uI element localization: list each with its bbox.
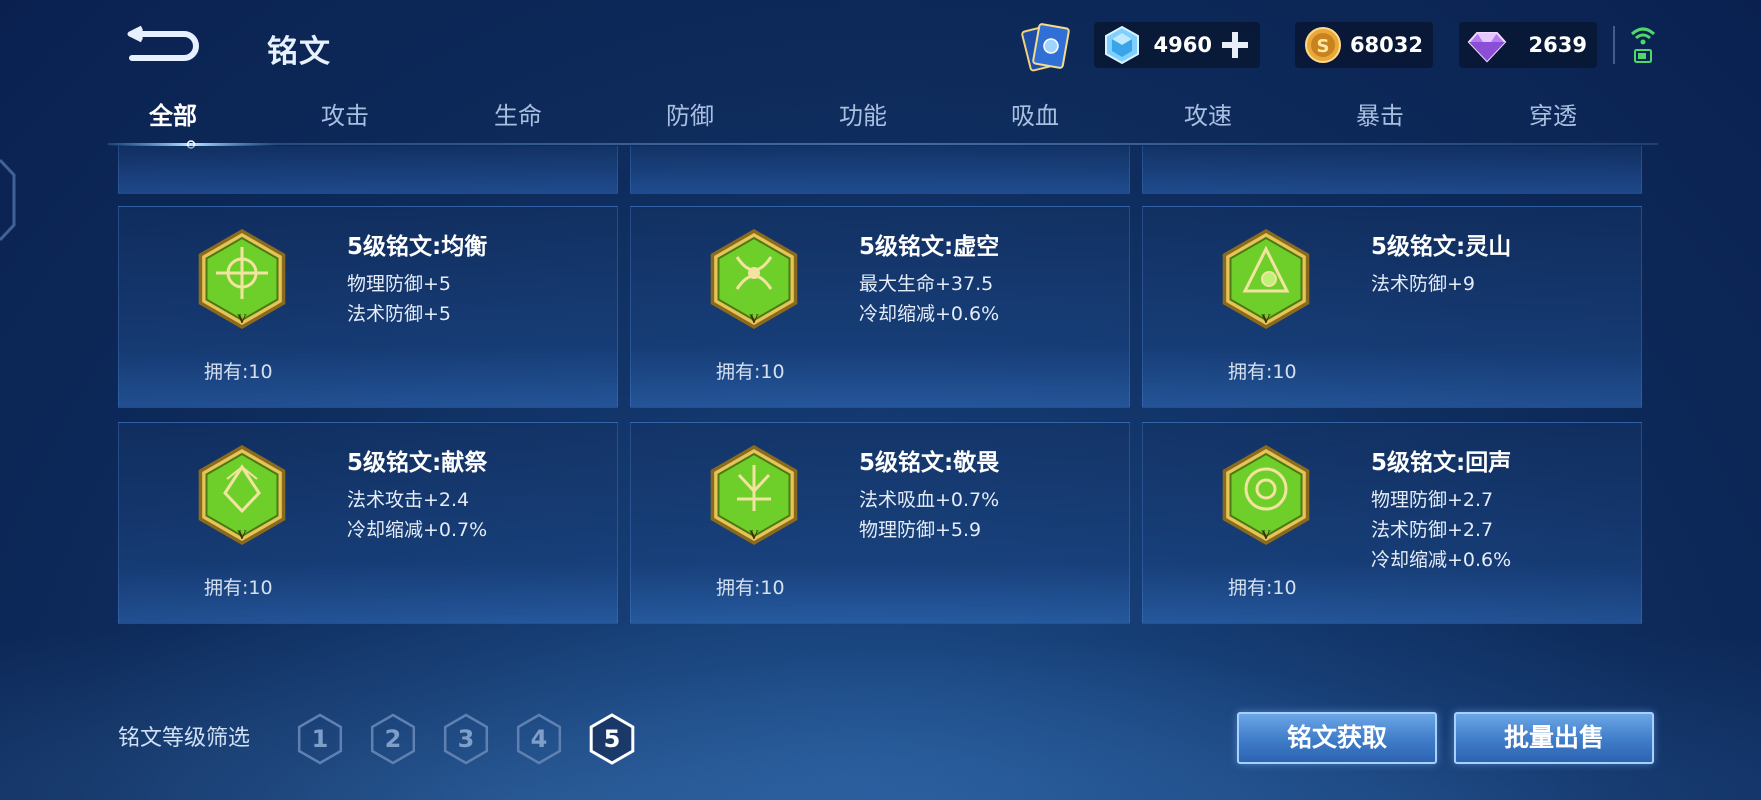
inscription-stat: 物理防御+2.7	[1371, 489, 1494, 511]
tab-attack-speed[interactable]: 攻速	[1143, 96, 1273, 136]
inscription-stat: 法术防御+2.7	[1371, 519, 1494, 541]
inscription-name: 5级铭文:献祭	[347, 450, 488, 476]
level-filter-5[interactable]: 5	[588, 712, 636, 766]
inscription-card[interactable]: V 5级铭文:敬畏 法术吸血+0.7% 物理防御+5.9 拥有:10	[630, 422, 1130, 624]
inscription-stat: 冷却缩减+0.6%	[1371, 549, 1512, 571]
svg-text:V: V	[1261, 311, 1271, 326]
bulk-sell-button[interactable]: 批量出售	[1454, 712, 1654, 764]
tab-lifesteal[interactable]: 吸血	[970, 96, 1100, 136]
owned-count: 拥有:10	[204, 577, 273, 599]
inscription-stat: 法术攻击+2.4	[347, 489, 470, 511]
tab-attack[interactable]: 攻击	[280, 96, 410, 136]
tab-penetration[interactable]: 穿透	[1488, 96, 1618, 136]
inscription-name: 5级铭文:回声	[1371, 450, 1512, 476]
level-filter-2[interactable]: 2	[369, 712, 417, 766]
tab-health[interactable]: 生命	[453, 96, 583, 136]
level-filter-4[interactable]: 4	[515, 712, 563, 766]
gem-resource: 4960	[1094, 22, 1260, 68]
svg-text:V: V	[1261, 527, 1271, 542]
svg-text:S: S	[1317, 36, 1330, 57]
inscription-emblem-icon: V	[710, 229, 798, 329]
page-title: 铭文	[267, 34, 331, 70]
tab-utility[interactable]: 功能	[798, 96, 928, 136]
plus-icon[interactable]	[1218, 28, 1252, 62]
inscription-card[interactable]: V 5级铭文:回声 物理防御+2.7 法术防御+2.7 冷却缩减+0.6% 拥有…	[1142, 422, 1642, 624]
inscription-name: 5级铭文:敬畏	[859, 450, 1000, 476]
category-tabs: 全部 攻击 生命 防御 功能 吸血 攻速 暴击 穿透	[108, 96, 1658, 142]
inscription-book-icon[interactable]	[1018, 18, 1076, 76]
level-filter-1[interactable]: 1	[296, 712, 344, 766]
inscription-card[interactable]: V 5级铭文:灵山 法术防御+9 拥有:10	[1142, 206, 1642, 408]
inscription-card[interactable]: V 5级铭文:献祭 法术攻击+2.4 冷却缩减+0.7% 拥有:10	[118, 422, 618, 624]
inscription-stat: 物理防御+5	[347, 273, 452, 295]
inscription-emblem-icon: V	[1222, 445, 1310, 545]
owned-count: 拥有:10	[1228, 361, 1297, 383]
back-arrow-icon[interactable]	[118, 20, 208, 70]
level-filter-3[interactable]: 3	[442, 712, 490, 766]
card-partial-2[interactable]	[630, 146, 1130, 194]
tab-all[interactable]: 全部	[108, 96, 238, 136]
coin-count: 68032	[1349, 33, 1423, 57]
svg-text:V: V	[237, 527, 247, 542]
card-partial-1[interactable]	[118, 146, 618, 194]
inscription-name: 5级铭文:虚空	[859, 234, 1000, 260]
crystal-gem-icon	[1105, 25, 1139, 65]
tab-critical[interactable]: 暴击	[1315, 96, 1445, 136]
level-filter-label: 铭文等级筛选	[118, 726, 251, 751]
inscription-stat: 法术防御+9	[1371, 273, 1476, 295]
gold-coin-icon: S	[1305, 27, 1341, 63]
inscription-emblem-icon: V	[710, 445, 798, 545]
coin-resource: S 68032	[1295, 22, 1433, 68]
purple-diamond-icon	[1467, 32, 1507, 63]
svg-text:V: V	[237, 311, 247, 326]
inscription-emblem-icon: V	[198, 445, 286, 545]
inscription-name: 5级铭文:均衡	[347, 234, 488, 260]
tab-underline	[108, 143, 1658, 145]
inscription-stat: 冷却缩减+0.7%	[347, 519, 488, 541]
inscription-card[interactable]: V 5级铭文:虚空 最大生命+37.5 冷却缩减+0.6% 拥有:10	[630, 206, 1130, 408]
acquire-inscription-button[interactable]: 铭文获取	[1237, 712, 1437, 764]
tab-defense[interactable]: 防御	[625, 96, 755, 136]
inscription-stat: 法术吸血+0.7%	[859, 489, 1000, 511]
inscription-card[interactable]: V 5级铭文:均衡 物理防御+5 法术防御+5 拥有:10	[118, 206, 618, 408]
inscription-stat: 冷却缩减+0.6%	[859, 303, 1000, 325]
inscription-emblem-icon: V	[198, 229, 286, 329]
owned-count: 拥有:10	[716, 361, 785, 383]
gem-count: 4960	[1153, 33, 1212, 57]
diamond-resource: 2639	[1459, 22, 1597, 68]
inscription-emblem-icon: V	[1222, 229, 1310, 329]
inscription-stat: 法术防御+5	[347, 303, 452, 325]
owned-count: 拥有:10	[204, 361, 273, 383]
card-partial-3[interactable]	[1142, 146, 1642, 194]
inscription-stat: 物理防御+5.9	[859, 519, 982, 541]
side-decoration	[0, 158, 16, 242]
inscription-stat: 最大生命+37.5	[859, 273, 994, 295]
svg-text:V: V	[749, 527, 759, 542]
owned-count: 拥有:10	[1228, 577, 1297, 599]
owned-count: 拥有:10	[716, 577, 785, 599]
header-divider	[1613, 26, 1615, 64]
inscription-name: 5级铭文:灵山	[1371, 234, 1512, 260]
wifi-battery-icon	[1630, 27, 1656, 63]
diamond-count: 2639	[1528, 33, 1587, 57]
svg-text:V: V	[749, 311, 759, 326]
